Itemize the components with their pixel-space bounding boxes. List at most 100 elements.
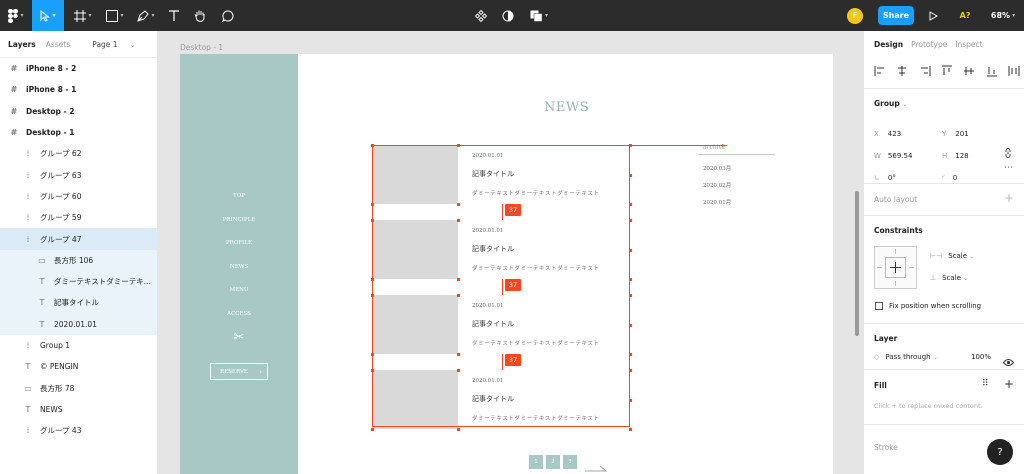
- page-number[interactable]: 2: [546, 455, 560, 469]
- next-arrow-icon[interactable]: [584, 458, 608, 472]
- align-left-icon[interactable]: [874, 62, 886, 81]
- align-right-icon[interactable]: [919, 62, 931, 81]
- add-fill-icon[interactable]: +: [1004, 377, 1014, 391]
- frame-tool-button[interactable]: ▾: [68, 0, 98, 31]
- corner-radius-field[interactable]: ◜ 0: [942, 165, 1002, 182]
- boolean-button[interactable]: ▾: [526, 0, 552, 31]
- main-menu-button[interactable]: ▾: [0, 0, 32, 31]
- selection-handle[interactable]: [628, 427, 632, 431]
- constraints-title: Constraints: [874, 226, 923, 235]
- selection-box: [372, 145, 630, 427]
- x-field[interactable]: X 423: [874, 121, 934, 138]
- layer-item[interactable]: ⁞ グループ 63: [0, 164, 157, 185]
- reserve-button[interactable]: RESERVE ›: [210, 363, 268, 380]
- align-vertical-center-icon[interactable]: [963, 62, 975, 81]
- figma-logo-icon: [8, 8, 19, 23]
- tab-assets[interactable]: Assets: [46, 40, 70, 49]
- layer-item[interactable]: ▭ 長方形 78: [0, 377, 157, 398]
- constraints-widget[interactable]: [874, 246, 917, 289]
- tab-prototype[interactable]: Prototype: [911, 40, 947, 49]
- nav-item[interactable]: ACCESS: [180, 311, 298, 317]
- nav-item[interactable]: PROFILE: [180, 240, 298, 246]
- constrain-proportions-icon[interactable]: [1004, 143, 1012, 162]
- nav-item[interactable]: NEWS: [180, 264, 298, 270]
- cursor-icon: [40, 9, 51, 22]
- layer-item[interactable]: ▭ 長方形 106: [0, 249, 157, 271]
- layer-item[interactable]: ⁞ グループ 47: [0, 228, 157, 250]
- layer-item[interactable]: ⁞ Group 1: [0, 335, 157, 356]
- help-button[interactable]: ?: [987, 439, 1013, 465]
- design-panel: Design Prototype Inspect Group ⌄ X 423 Y2…: [863, 31, 1024, 474]
- comment-tool-button[interactable]: [218, 0, 238, 31]
- nav-item[interactable]: PRINCIPLE: [180, 217, 298, 223]
- layer-item[interactable]: T © PENGIN: [0, 356, 157, 377]
- present-button[interactable]: [926, 0, 940, 31]
- align-bottom-icon[interactable]: [986, 62, 998, 81]
- desktop-frame[interactable]: TOP PRINCIPLE PROFILE NEWS MENU ACCESS ✂ RESE…: [180, 54, 833, 474]
- pen-tool-button[interactable]: ▾: [132, 0, 160, 31]
- canvas-scrollbar[interactable]: [855, 191, 859, 336]
- share-button[interactable]: Share: [878, 6, 914, 25]
- layer-item[interactable]: T ダミーテキストダミーテキ...: [0, 270, 157, 293]
- group-title[interactable]: Group ⌄: [874, 99, 907, 108]
- shape-tool-button[interactable]: ▾: [100, 0, 130, 31]
- components-button[interactable]: [472, 0, 490, 31]
- constraint-left: [877, 267, 882, 268]
- align-top-icon[interactable]: [941, 62, 953, 81]
- layer-item[interactable]: ⁞ グループ 62: [0, 143, 157, 164]
- move-tool-button[interactable]: ▾: [32, 0, 64, 31]
- group-icon: ⁞: [26, 170, 30, 180]
- frame-label[interactable]: Desktop - 1: [180, 43, 223, 52]
- zoom-menu[interactable]: 68% ▾: [986, 0, 1020, 31]
- hand-tool-button[interactable]: [190, 0, 210, 31]
- h-field[interactable]: H 128: [942, 143, 1002, 160]
- style-grid-icon[interactable]: ⠿: [982, 379, 989, 389]
- nav-item[interactable]: TOP: [180, 193, 298, 199]
- layer-item[interactable]: # iPhone 8 - 2: [0, 58, 157, 79]
- add-auto-layout-icon[interactable]: +: [1004, 191, 1014, 205]
- mask-button[interactable]: [499, 0, 517, 31]
- y-field[interactable]: Y 201: [942, 121, 1002, 138]
- opacity-field[interactable]: 100%: [971, 353, 991, 361]
- archive-item[interactable]: 2020.03月: [698, 164, 775, 172]
- chevron-down-icon: ⌄: [969, 253, 975, 260]
- chevron-down-icon: ⌄: [129, 41, 135, 49]
- w-field[interactable]: W 569.54: [874, 143, 934, 160]
- text-tool-button[interactable]: [164, 0, 184, 31]
- align-horizontal-center-icon[interactable]: [896, 62, 908, 81]
- layer-item[interactable]: # Desktop - 2: [0, 101, 157, 122]
- layer-item[interactable]: T NEWS: [0, 399, 157, 420]
- page-number[interactable]: 1: [529, 455, 543, 469]
- archive-item[interactable]: 2020.02月: [698, 181, 775, 189]
- archive-item[interactable]: 2020.01月: [698, 198, 775, 206]
- missing-fonts-indicator[interactable]: A?: [954, 0, 976, 31]
- layer-item[interactable]: ⁞ グループ 43: [0, 420, 157, 441]
- user-avatar[interactable]: F: [846, 0, 864, 31]
- blend-mode-select[interactable]: ◇ Pass through ⌄: [874, 353, 938, 361]
- rotation-field[interactable]: ∟ 0°: [874, 165, 934, 182]
- layer-item[interactable]: # Desktop - 1: [0, 122, 157, 143]
- page-number[interactable]: 3: [563, 455, 577, 469]
- horizontal-constraint-select[interactable]: ⊢⊣ Scale ⌄: [930, 252, 974, 260]
- nav-item[interactable]: MENU: [180, 287, 298, 293]
- layer-item[interactable]: # iPhone 8 - 1: [0, 79, 157, 100]
- layer-item[interactable]: T 記事タイトル: [0, 292, 157, 314]
- visibility-icon[interactable]: [1002, 352, 1015, 371]
- rotation-icon: ∟: [874, 174, 880, 182]
- canvas[interactable]: Desktop - 1 TOP PRINCIPLE PROFILE NEWS MENU A…: [158, 31, 863, 474]
- more-options-icon[interactable]: ⋯: [1004, 163, 1013, 173]
- vertical-constraint-select[interactable]: ⊥ Scale ⌄: [930, 274, 968, 282]
- selection-handle[interactable]: [370, 427, 374, 431]
- page-selector[interactable]: Page 1 ⌄: [92, 40, 145, 49]
- layer-item[interactable]: ⁞ グループ 59: [0, 207, 157, 228]
- tab-layers[interactable]: Layers: [8, 40, 36, 49]
- tab-inspect[interactable]: Inspect: [955, 40, 982, 49]
- distribute-icon[interactable]: [1008, 62, 1020, 81]
- selection-handle[interactable]: [456, 427, 460, 431]
- sidebar: TOP PRINCIPLE PROFILE NEWS MENU ACCESS ✂ RESE…: [180, 54, 298, 474]
- tab-design[interactable]: Design: [874, 40, 903, 49]
- layer-item[interactable]: T 2020.01.01: [0, 313, 157, 335]
- layer-item[interactable]: ⁞ グループ 60: [0, 186, 157, 207]
- fix-position-checkbox[interactable]: [875, 302, 883, 310]
- news-heading: NEWS: [544, 100, 590, 115]
